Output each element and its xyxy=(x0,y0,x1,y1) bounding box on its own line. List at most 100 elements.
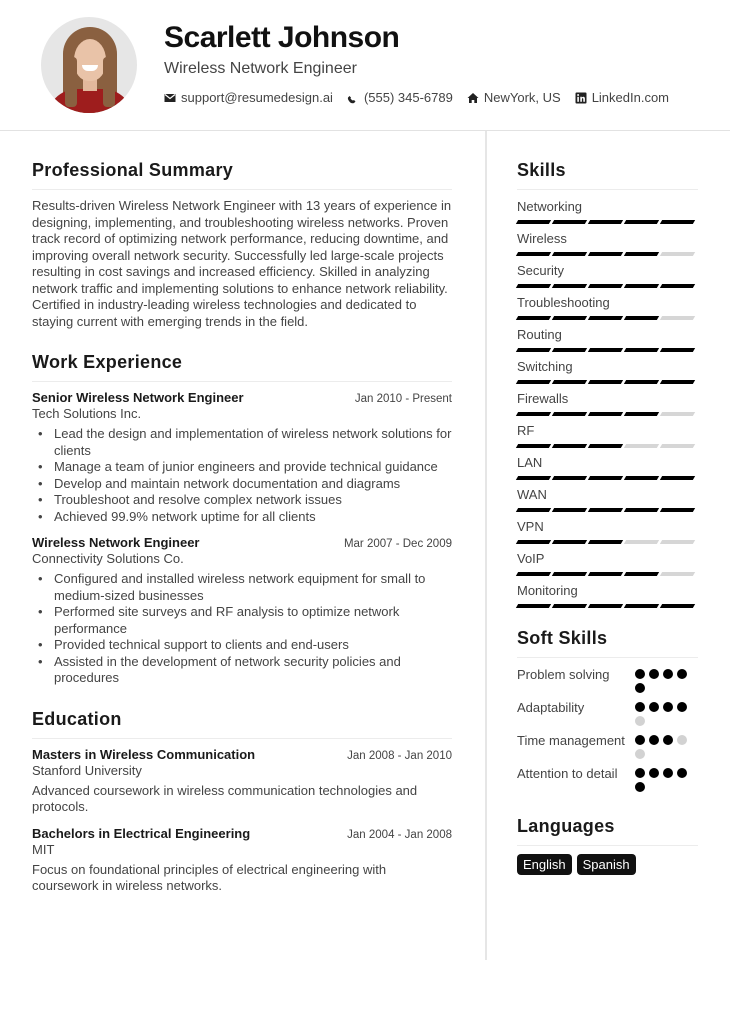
skill-level-bar xyxy=(515,444,698,448)
skill-segment-filled xyxy=(515,348,552,352)
skill-segment-filled xyxy=(515,572,552,576)
job-bullet: Configured and installed wireless networ… xyxy=(38,571,452,604)
skill-segment-filled xyxy=(587,508,624,512)
rating-dot-filled xyxy=(677,768,687,778)
skill-level-bar xyxy=(515,540,698,544)
soft-skills-section: Soft Skills Problem solving Adaptability T… xyxy=(517,628,698,792)
experience-section: Work Experience Senior Wireless Network … xyxy=(32,352,452,687)
skill-segment-empty xyxy=(623,540,660,544)
soft-skill-name: Time management xyxy=(517,733,625,748)
education-description: Focus on foundational principles of elec… xyxy=(32,861,387,894)
summary-heading: Professional Summary xyxy=(32,160,452,190)
job-header: Senior Wireless Network Engineer Jan 2010… xyxy=(32,390,452,405)
skill-segment-filled xyxy=(515,316,552,320)
soft-skill-rating xyxy=(635,765,691,792)
rating-dot-empty xyxy=(635,749,645,759)
skill-segment-filled xyxy=(587,604,624,608)
job-bullet: Assisted in the development of network s… xyxy=(38,654,452,687)
rating-dot-filled xyxy=(663,768,673,778)
skill-segment-filled xyxy=(551,444,588,448)
skill-item: Monitoring xyxy=(515,582,698,608)
skill-segment-filled xyxy=(551,380,588,384)
job-bullet: Manage a team of junior engineers and pr… xyxy=(38,459,452,476)
skill-segment-filled xyxy=(587,348,624,352)
skill-segment-filled xyxy=(551,220,588,224)
contact-location: NewYork, US xyxy=(467,90,561,105)
skill-segment-filled xyxy=(515,540,552,544)
skill-item: VoIP xyxy=(515,550,698,576)
contact-phone[interactable]: (555) 345-6789 xyxy=(347,90,453,105)
job-bullet: Performed site surveys and RF analysis t… xyxy=(38,604,452,637)
degree-name: Masters in Wireless Communication xyxy=(32,746,256,762)
contact-info: support@resumedesign.ai (555) 345-6789 N… xyxy=(164,90,683,105)
location-text: NewYork, US xyxy=(483,90,561,105)
skill-segment-filled xyxy=(623,604,660,608)
skill-segment-filled xyxy=(515,220,552,224)
skill-item: VPN xyxy=(515,518,698,544)
skill-segment-filled xyxy=(551,540,588,544)
skill-segment-filled xyxy=(659,476,696,480)
summary-text: Results-driven Wireless Network Engineer… xyxy=(32,198,452,329)
skill-segment-filled xyxy=(623,220,660,224)
skill-segment-empty xyxy=(659,316,696,320)
skill-segment-filled xyxy=(659,348,696,352)
rating-dot-filled xyxy=(635,702,645,712)
resume-header: Scarlett Johnson Wireless Network Engine… xyxy=(0,0,730,131)
skill-segment-filled xyxy=(659,604,696,608)
job-bullet: Develop and maintain network documentati… xyxy=(38,476,452,493)
rating-dot-filled xyxy=(649,768,659,778)
skill-name: LAN xyxy=(517,455,543,470)
skill-segment-filled xyxy=(587,572,624,576)
skill-name: Troubleshooting xyxy=(517,295,610,310)
skill-segment-filled xyxy=(515,508,552,512)
school-name: MIT xyxy=(32,841,55,857)
soft-skill-name: Attention to detail xyxy=(517,766,618,781)
languages-section: Languages English Spanish xyxy=(517,816,698,875)
skill-segment-empty xyxy=(659,252,696,256)
linkedin-text: LinkedIn.com xyxy=(591,90,670,105)
skill-segment-filled xyxy=(623,476,660,480)
skill-item: Troubleshooting xyxy=(515,294,698,320)
skill-segment-filled xyxy=(551,508,588,512)
job-bullet: Lead the design and implementation of wi… xyxy=(38,426,452,459)
skill-segment-filled xyxy=(551,604,588,608)
degree-name: Bachelors in Electrical Engineering xyxy=(32,825,251,841)
skill-segment-filled xyxy=(623,380,660,384)
skill-segment-empty xyxy=(623,444,660,448)
soft-skills-list: Problem solving Adaptability Time manageme… xyxy=(517,666,698,792)
soft-skill-item: Problem solving xyxy=(517,666,698,693)
skill-item: Security xyxy=(515,262,698,288)
skill-segment-filled xyxy=(587,540,624,544)
rating-dot-filled xyxy=(635,735,645,745)
skill-name: WAN xyxy=(517,487,547,502)
skill-segment-filled xyxy=(659,284,696,288)
skill-item: Routing xyxy=(515,326,698,352)
job-entry: Wireless Network Engineer Mar 2007 - Dec … xyxy=(32,535,452,687)
skill-item: Switching xyxy=(515,358,698,384)
contact-email[interactable]: support@resumedesign.ai xyxy=(164,90,333,105)
language-tags: English Spanish xyxy=(517,854,698,875)
skill-segment-filled xyxy=(587,444,624,448)
skill-name: Routing xyxy=(517,327,562,342)
skill-level-bar xyxy=(515,412,698,416)
soft-skill-name: Adaptability xyxy=(517,700,585,715)
job-dates: Mar 2007 - Dec 2009 xyxy=(343,538,452,550)
rating-dot-filled xyxy=(649,669,659,679)
soft-skill-item: Time management xyxy=(517,732,698,759)
skill-segment-filled xyxy=(623,284,660,288)
skill-name: Firewalls xyxy=(517,391,569,406)
skill-segment-filled xyxy=(623,316,660,320)
school-name: Stanford University xyxy=(32,762,142,778)
skill-segment-filled xyxy=(515,444,552,448)
skill-item: Firewalls xyxy=(515,390,698,416)
skill-segment-filled xyxy=(623,348,660,352)
skill-segment-filled xyxy=(515,380,552,384)
skill-item: Wireless xyxy=(515,230,698,256)
envelope-icon xyxy=(164,93,176,102)
job-bullet: Troubleshoot and resolve complex network… xyxy=(38,492,452,509)
soft-skill-rating xyxy=(635,732,691,759)
skill-item: WAN xyxy=(515,486,698,512)
rating-dot-empty xyxy=(635,716,645,726)
skill-segment-filled xyxy=(623,252,660,256)
contact-linkedin[interactable]: LinkedIn.com xyxy=(575,90,669,105)
